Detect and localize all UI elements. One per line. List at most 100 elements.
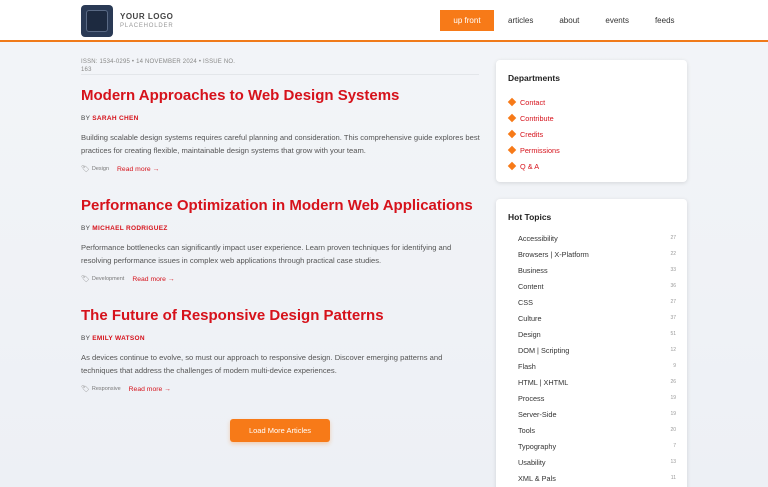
- department-link-permissions[interactable]: Permissions: [507, 142, 560, 158]
- hot-topic-count: 22: [670, 251, 676, 257]
- article-tag[interactable]: Development: [92, 276, 124, 282]
- hot-topic-label: Design: [518, 329, 541, 339]
- load-more-button[interactable]: Load More Articles: [230, 419, 330, 442]
- nav-item-feeds[interactable]: feeds: [642, 10, 688, 31]
- logo-title: YOUR LOGO: [120, 12, 174, 21]
- nav-item-up-front[interactable]: up front: [440, 10, 494, 31]
- hot-topic-item[interactable]: Culture 37: [518, 310, 676, 326]
- hot-topic-item[interactable]: Design 51: [518, 326, 676, 342]
- article-byline: BY SARAH CHEN: [81, 115, 481, 122]
- article: The Future of Responsive Design Patterns…: [81, 307, 481, 393]
- article: Performance Optimization in Modern Web A…: [81, 197, 481, 283]
- article-title[interactable]: Performance Optimization in Modern Web A…: [81, 197, 481, 215]
- article-tag[interactable]: Design: [92, 166, 109, 172]
- nav-item-articles[interactable]: articles: [495, 10, 546, 31]
- byline-prefix: BY: [81, 115, 91, 122]
- hot-topic-label: Process: [518, 393, 545, 403]
- hot-topic-label: Business: [518, 265, 548, 275]
- hot-topic-count: 51: [670, 331, 676, 337]
- department-link-credits[interactable]: Credits: [507, 126, 560, 142]
- logo-icon[interactable]: [81, 5, 113, 37]
- hot-topic-count: 9: [673, 363, 676, 369]
- hot-topic-count: 7: [673, 443, 676, 449]
- article-author[interactable]: SARAH CHEN: [92, 115, 138, 122]
- diamond-bullet-icon: [507, 161, 517, 171]
- divider: [81, 74, 479, 75]
- hot-topic-count: 19: [670, 411, 676, 417]
- read-more-link[interactable]: Read more →: [117, 166, 159, 173]
- hot-topic-label: CSS: [518, 297, 534, 307]
- hot-topic-count: 11: [670, 475, 676, 481]
- hot-topic-label: Content: [518, 281, 544, 291]
- departments-title: Departments: [508, 73, 560, 83]
- hot-topic-item[interactable]: Business 33: [518, 262, 676, 278]
- hot-topic-label: Typography: [518, 441, 557, 451]
- hot-topic-item[interactable]: HTML | XHTML 26: [518, 374, 676, 390]
- logo[interactable]: YOUR LOGO PLACEHOLDER: [120, 12, 174, 30]
- hot-topic-item[interactable]: Flash 9: [518, 358, 676, 374]
- article-tag[interactable]: Responsive: [92, 386, 121, 392]
- read-more-link[interactable]: Read more →: [132, 276, 174, 283]
- department-link-contribute[interactable]: Contribute: [507, 110, 560, 126]
- hot-topic-count: 19: [670, 395, 676, 401]
- hot-topic-label: HTML | XHTML: [518, 377, 569, 387]
- nav-item-events[interactable]: events: [592, 10, 642, 31]
- hot-topic-label: Usability: [518, 457, 546, 467]
- hot-topic-item[interactable]: Tools 20: [518, 422, 676, 438]
- hot-topic-label: DOM | Scripting: [518, 345, 570, 355]
- issue-meta: ISSN: 1534-0295 • 14 NOVEMBER 2024 • ISS…: [81, 59, 236, 73]
- hot-topic-item[interactable]: XML & Pals 11: [518, 470, 676, 486]
- hot-topic-label: Culture: [518, 313, 542, 323]
- byline-prefix: BY: [81, 335, 91, 342]
- department-link-contact[interactable]: Contact: [507, 94, 560, 110]
- department-link-qa[interactable]: Q & A: [507, 158, 560, 174]
- article-excerpt: Performance bottlenecks can significantl…: [81, 243, 452, 265]
- article-excerpt: As devices continue to evolve, so must o…: [81, 353, 443, 375]
- hot-topic-item[interactable]: Process 19: [518, 390, 676, 406]
- hot-topics-title: Hot Topics: [508, 212, 552, 222]
- article-meta: 🏷 Development Read more →: [81, 275, 481, 284]
- article-meta: 🏷 Responsive Read more →: [81, 385, 481, 394]
- diamond-bullet-icon: [507, 129, 517, 139]
- departments-panel: Departments Contact Contribute Credits P…: [496, 60, 687, 182]
- hot-topic-count: 33: [670, 267, 676, 273]
- logo-subtitle: PLACEHOLDER: [120, 23, 174, 29]
- diamond-bullet-icon: [507, 145, 517, 155]
- hot-topic-item[interactable]: Usability 13: [518, 454, 676, 470]
- article-byline: BY MICHAEL RODRIGUEZ: [81, 225, 481, 232]
- hot-topic-item[interactable]: Accessibility 27: [518, 230, 676, 246]
- hot-topic-item[interactable]: Browsers | X-Platform 22: [518, 246, 676, 262]
- byline-prefix: BY: [81, 225, 91, 232]
- hot-topic-item[interactable]: DOM | Scripting 12: [518, 342, 676, 358]
- hot-topic-count: 20: [670, 427, 676, 433]
- hot-topic-item[interactable]: Server-Side 19: [518, 406, 676, 422]
- article-title[interactable]: Modern Approaches to Web Design Systems: [81, 87, 481, 105]
- article-excerpt: Building scalable design systems require…: [81, 133, 480, 155]
- hot-topic-count: 12: [670, 347, 676, 353]
- hot-topic-item[interactable]: CSS 27: [518, 294, 676, 310]
- article-byline: BY EMILY WATSON: [81, 335, 481, 342]
- site-header: YOUR LOGO PLACEHOLDER up front articles …: [0, 0, 768, 42]
- tag-icon: 🏷: [81, 166, 90, 173]
- main-nav: up front articles about events feeds: [440, 10, 688, 31]
- hot-topics-panel: Hot Topics Accessibility 27 Browsers | X-P…: [496, 199, 687, 487]
- hot-topic-label: XML & Pals: [518, 473, 556, 483]
- article-meta: 🏷 Design Read more →: [81, 165, 481, 174]
- article-author[interactable]: EMILY WATSON: [92, 335, 145, 342]
- diamond-bullet-icon: [507, 97, 517, 107]
- departments-list: Contact Contribute Credits Permissions Q…: [507, 94, 560, 174]
- hot-topic-count: 27: [670, 235, 676, 241]
- read-more-link[interactable]: Read more →: [129, 386, 171, 393]
- nav-item-about[interactable]: about: [546, 10, 592, 31]
- hot-topic-label: Flash: [518, 361, 536, 371]
- hot-topic-item[interactable]: Typography 7: [518, 438, 676, 454]
- hot-topic-item[interactable]: Content 36: [518, 278, 676, 294]
- hot-topic-label: Accessibility: [518, 233, 558, 243]
- hot-topic-count: 36: [670, 283, 676, 289]
- article-author[interactable]: MICHAEL RODRIGUEZ: [92, 225, 167, 232]
- hot-topic-count: 13: [670, 459, 676, 465]
- article-title[interactable]: The Future of Responsive Design Patterns: [81, 307, 481, 325]
- hot-topic-label: Server-Side: [518, 409, 557, 419]
- hot-topic-count: 27: [670, 299, 676, 305]
- hot-topic-label: Browsers | X-Platform: [518, 249, 589, 259]
